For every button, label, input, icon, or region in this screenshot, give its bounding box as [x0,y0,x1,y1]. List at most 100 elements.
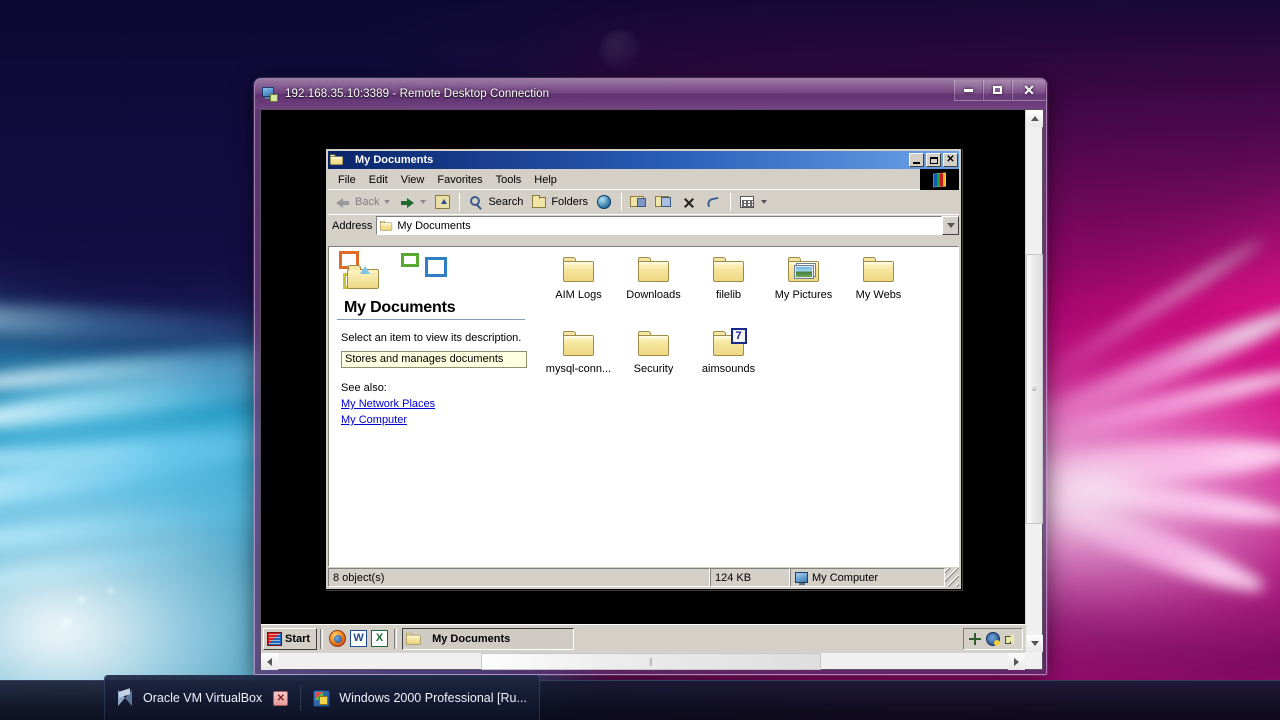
chevron-right-icon [1014,657,1019,666]
scroll-down-button[interactable] [1026,635,1043,652]
toolbar-undo-button[interactable] [701,191,726,213]
close-icon[interactable]: ✕ [273,690,289,706]
rdp-window-controls: ✕ [954,79,1046,109]
taskbar-button-my-documents[interactable]: My Documents [402,627,575,650]
toolbar-move-to-button[interactable] [626,191,651,213]
network-icon[interactable] [986,631,1000,646]
address-value: My Documents [397,219,471,232]
wallpaper-orb-4 [600,30,640,70]
sevenzip-badge: 7 [730,328,747,344]
scroll-up-button[interactable] [1026,110,1043,127]
system-tray [963,627,1023,650]
rdp-maximize-button[interactable] [983,80,1012,101]
menu-favorites[interactable]: Favorites [431,172,488,188]
host-task-windows2000-vm[interactable]: Windows 2000 Professional [Ru... [301,683,539,713]
toolbar-forward-button[interactable] [394,191,430,213]
explorer-file-list[interactable]: AIM Logs Downloads filelib My Pictures M… [533,247,958,566]
status-size: 124 KB [710,568,790,587]
address-dropdown-button[interactable] [942,216,959,235]
file-item-my-webs[interactable]: My Webs [841,255,916,329]
rdp-title-bar[interactable]: 192.168.35.10:3389 - Remote Desktop Conn… [255,79,1046,109]
explorer-address-bar: Address My Documents [328,214,959,236]
copy-to-icon [655,194,672,211]
menu-view[interactable]: View [395,172,431,188]
history-globe-icon [596,194,613,211]
my-documents-explorer-window[interactable]: My Documents ✕ File Edit View Favorites … [325,148,962,590]
address-label: Address [332,219,373,232]
windows-flag-icon [267,631,282,646]
vertical-scroll-thumb[interactable]: ≡ [1026,254,1043,524]
toolbar-folders-button[interactable]: Folders [527,191,592,213]
toolbar-back-button[interactable]: Back [331,191,394,213]
explorer-maximize-button[interactable] [926,153,941,167]
menu-file[interactable]: File [332,172,362,188]
maximize-icon [929,156,938,164]
rdp-minimize-button[interactable] [954,80,983,101]
file-item-aim-logs[interactable]: AIM Logs [541,255,616,329]
toolbar-views-button[interactable] [735,191,771,213]
remote-desktop-window[interactable]: 192.168.35.10:3389 - Remote Desktop Conn… [254,78,1047,675]
scroll-right-button[interactable] [1008,653,1025,670]
host-task-label: Oracle VM VirtualBox [143,691,263,705]
link-my-network-places[interactable]: My Network Places [341,398,533,410]
rdp-horizontal-scrollbar[interactable]: ∥ [261,652,1025,670]
menu-help[interactable]: Help [528,172,563,188]
chevron-down-icon[interactable] [420,200,427,204]
menu-edit[interactable]: Edit [363,172,394,188]
rdp-close-button[interactable]: ✕ [1012,80,1046,101]
host-taskbar: Oracle VM VirtualBox ✕ Windows 2000 Prof… [0,675,1280,720]
toolbar-separator [621,193,623,211]
link-my-computer[interactable]: My Computer [341,414,533,426]
explorer-close-button[interactable]: ✕ [943,153,958,167]
forward-arrow-icon [398,194,415,211]
scroll-left-button[interactable] [261,653,278,670]
explorer-status-bar: 8 object(s) 124 KB My Computer [328,568,959,587]
resize-grip[interactable] [945,568,959,587]
file-item-security[interactable]: Security [616,329,691,403]
virtualbox-icon [117,687,134,707]
explorer-minimize-button[interactable] [909,153,924,167]
explorer-title-bar[interactable]: My Documents ✕ [328,151,959,169]
file-item-downloads[interactable]: Downloads [616,255,691,329]
volume-icon[interactable] [1004,632,1018,646]
grip-icon: ∥ [648,657,654,666]
toolbar-up-button[interactable] [430,191,455,213]
move-resize-icon[interactable] [968,632,982,646]
pictures-folder-icon [787,257,820,283]
address-input[interactable]: My Documents [376,216,942,235]
excel-icon[interactable]: X [371,630,389,647]
file-item-my-pictures[interactable]: My Pictures [766,255,841,329]
toolbar-search-button[interactable]: Search [464,191,527,213]
chevron-down-icon[interactable] [384,200,391,204]
close-icon: ✕ [946,154,955,165]
toolbar-copy-to-button[interactable] [651,191,676,213]
file-item-aimsounds[interactable]: 7 aimsounds [691,328,766,403]
desktop-wallpaper: 192.168.35.10:3389 - Remote Desktop Conn… [0,0,1280,720]
menu-tools[interactable]: Tools [490,172,528,188]
rdp-title-text: 192.168.35.10:3389 - Remote Desktop Conn… [285,88,550,100]
word-icon[interactable]: W [350,630,368,647]
rdp-client-area[interactable]: My Documents ✕ File Edit View Favorites … [260,109,1043,670]
task-pane-artwork [339,251,459,295]
horizontal-scroll-thumb[interactable]: ∥ [481,653,821,670]
file-item-filelib[interactable]: filelib [691,255,766,329]
chevron-down-icon[interactable] [761,200,768,204]
host-task-virtualbox[interactable]: Oracle VM VirtualBox ✕ [105,683,300,713]
folder-icon [562,331,595,357]
host-task-label: Windows 2000 Professional [Ru... [339,691,527,705]
zip-folder-icon: 7 [712,328,747,357]
my-documents-folder-icon [406,632,421,645]
toolbar-delete-button[interactable] [676,191,701,213]
task-pane-description: Select an item to view its description. [341,332,522,344]
firefox-icon[interactable] [329,630,347,647]
chevron-up-icon [1030,116,1039,121]
toolbar-history-button[interactable] [592,191,617,213]
file-item-mysql-connector[interactable]: mysql-conn... [541,329,616,403]
vm-window-icon [313,689,331,707]
task-pane-heading: My Documents [344,299,456,316]
rdp-vertical-scrollbar[interactable]: ≡ [1025,110,1043,652]
file-label: My Pictures [774,289,833,301]
explorer-window-controls: ✕ [909,153,959,167]
windows2000-desktop[interactable]: My Documents ✕ File Edit View Favorites … [261,110,1025,652]
start-button[interactable]: Start [263,627,318,650]
